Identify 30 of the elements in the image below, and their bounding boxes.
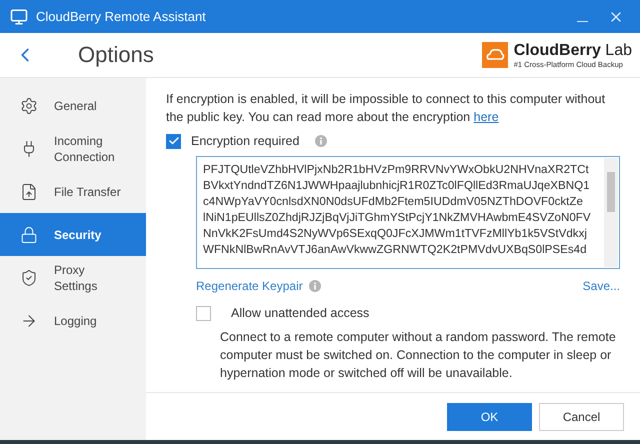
- here-link[interactable]: here: [474, 110, 499, 124]
- regenerate-keypair-link[interactable]: Regenerate Keypair: [196, 279, 303, 293]
- encryption-description: If encryption is enabled, it will be impossible to connect to this computer without the public key. You can read more about the encryption here: [166, 91, 606, 126]
- window-title: CloudBerry Remote Assistant: [36, 9, 207, 24]
- sidebar-item[interactable]: Incoming Connection: [0, 127, 146, 170]
- monitor-icon: [10, 8, 28, 26]
- public-key-field[interactable]: PFJTQUtleVZhbHVlPjxNb2R1bHVzPm9RRVNvYWxObkU2NHVnaXR2TCt BVkxtYndndTZ6N1JWWHpaajlubnhicjR1R0ZTc0lFQllEd3RmaUJqeXBNQ1 c4NWpYaVY0cnlsdXN0N0dsUFdMb2Ftem5IUDdmV05NZThDOVF0cktZe lNiN1pEUllsZ0ZhdjRJZjBqVjJiTGhmYStPcjY1NkZMVHAwbmE4SVZoN0FV NnVkK2FsUmd4S2NyWVp6SExqQ0JFcXJMWm1tTVFzMllYb1k5VStVdkxj WFNkNlBwRnAvVTJ6anAwVkwwZGRNWTQ2K2tPMVdvUXBqS0lPSEs4d: [196, 156, 620, 269]
- encryption-label: Encryption required: [191, 134, 300, 148]
- sidebar-item[interactable]: Proxy Settings: [0, 256, 146, 299]
- minimize-icon: [577, 20, 588, 22]
- lock-icon: [20, 226, 38, 244]
- cancel-button[interactable]: Cancel: [539, 402, 624, 430]
- unattended-label: Allow unattended access: [231, 306, 370, 320]
- unattended-description: Connect to a remote computer without a random password. The remote computer must be switched on. Connection to the computer in sleep or hypernation mode or switched off will be unavailable.: [220, 329, 617, 382]
- brand-name: CloudBerry Lab: [514, 42, 632, 60]
- unattended-checkbox[interactable]: [196, 306, 211, 320]
- sidebar-item[interactable]: Logging: [0, 299, 146, 342]
- page-title: Options: [78, 42, 155, 68]
- file-upload-icon: [20, 182, 38, 200]
- logo-icon: [482, 42, 508, 68]
- ok-button[interactable]: OK: [447, 402, 532, 430]
- info-icon: [308, 280, 321, 292]
- save-link[interactable]: Save...: [582, 279, 620, 293]
- shield-icon: [20, 268, 38, 286]
- sidebar-item[interactable]: File Transfer: [0, 170, 146, 213]
- info-icon: [315, 135, 328, 147]
- sidebar-item[interactable]: Security: [0, 213, 146, 256]
- encryption-checkbox[interactable]: [166, 134, 181, 148]
- gear-icon: [20, 96, 38, 114]
- sidebar-item[interactable]: General: [0, 84, 146, 127]
